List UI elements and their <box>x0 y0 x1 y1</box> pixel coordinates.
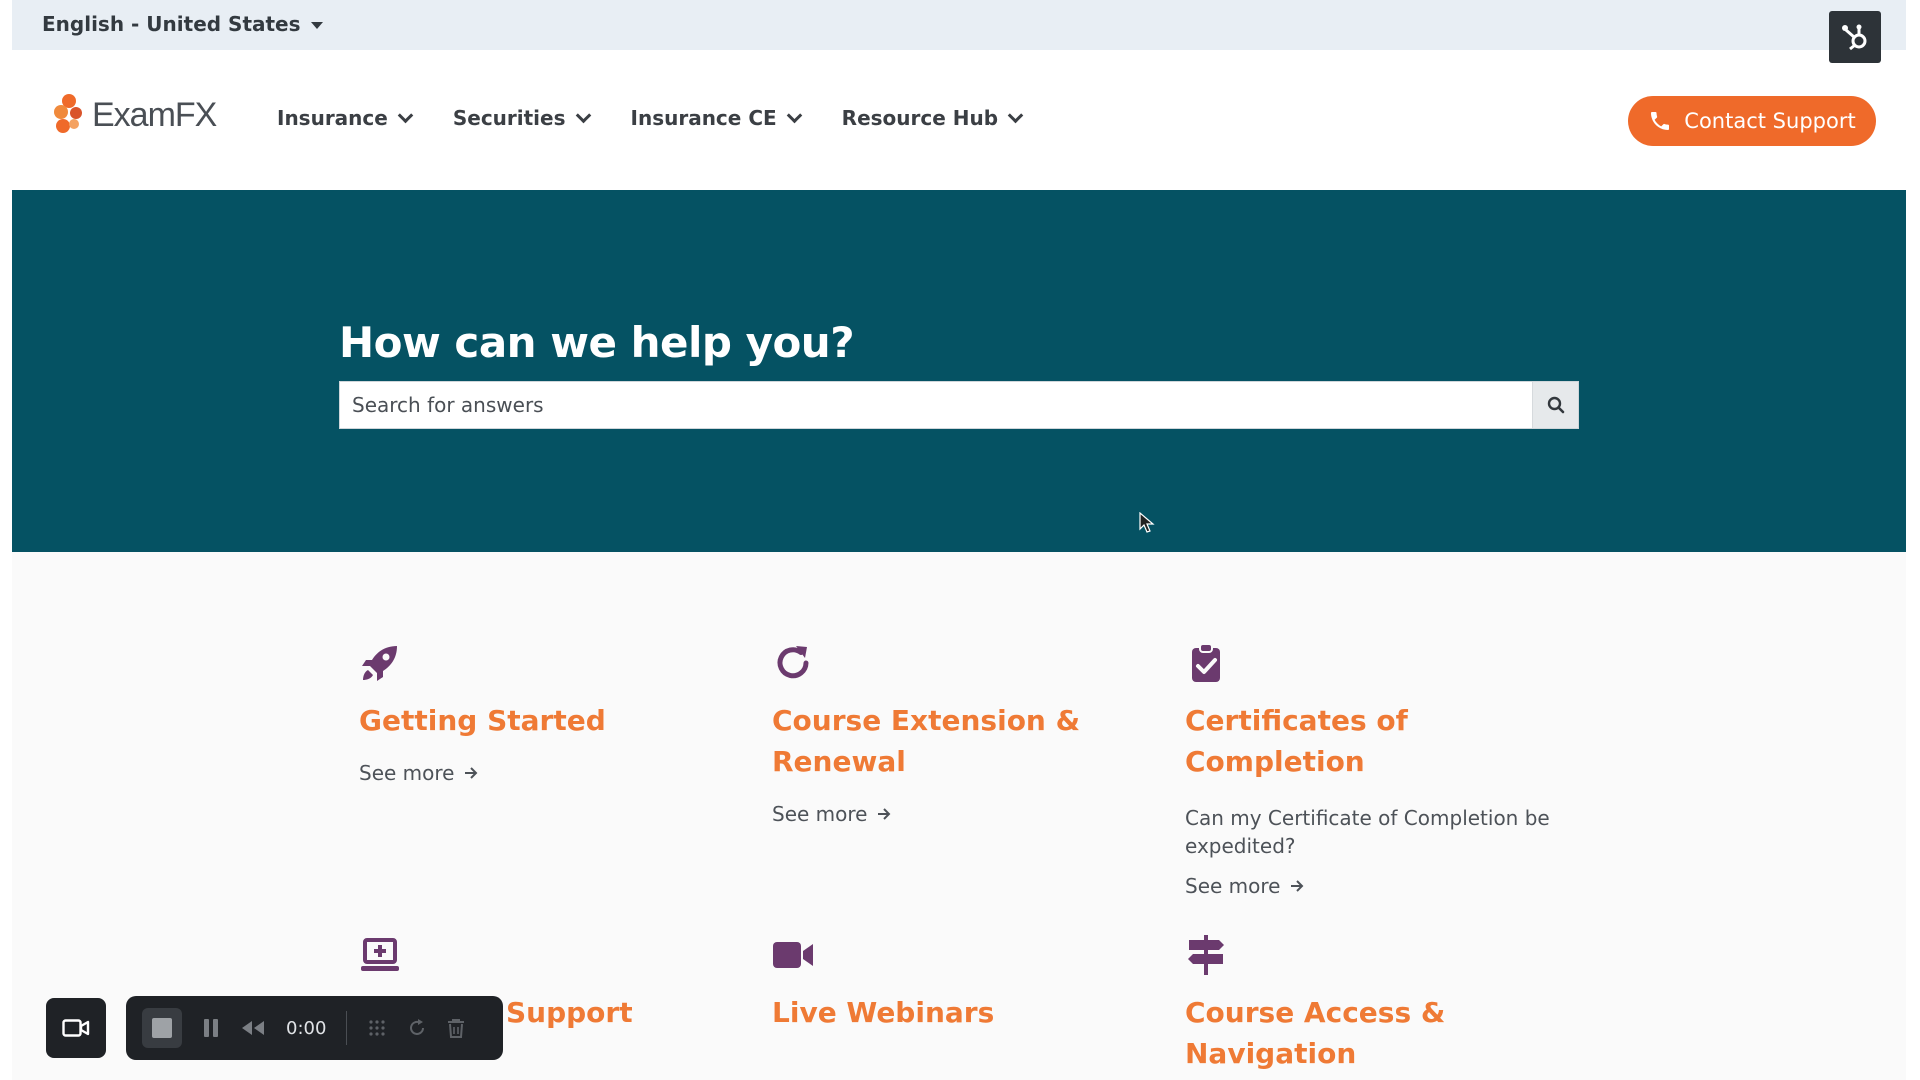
chevron-down-icon <box>786 107 802 123</box>
logo-text: ExamFX <box>92 95 217 134</box>
delete-button[interactable] <box>447 1018 465 1038</box>
contact-support-button[interactable]: Contact Support <box>1628 96 1876 146</box>
see-more-link[interactable]: See more <box>772 802 1172 826</box>
rocket-icon <box>362 646 397 681</box>
stop-icon <box>152 1018 172 1038</box>
pause-icon <box>204 1019 218 1037</box>
see-more-label: See more <box>1185 874 1281 898</box>
search-bar <box>339 381 1579 429</box>
search-input[interactable] <box>340 382 1532 428</box>
restart-button[interactable] <box>407 1018 427 1038</box>
language-label: English - United States <box>42 12 301 36</box>
hubspot-sprocket-button[interactable] <box>1829 11 1881 63</box>
examfx-logo[interactable]: ExamFX <box>52 92 217 138</box>
nav-label: Securities <box>452 106 566 130</box>
arrow-right-icon <box>465 767 478 779</box>
caret-down-icon <box>310 21 323 29</box>
card-icon-wrap <box>772 640 1172 686</box>
card-title: Live Webinars <box>772 996 995 1029</box>
card-icon-wrap <box>1185 932 1585 978</box>
language-selector[interactable]: English - United States <box>42 12 323 36</box>
recorder-camera-button[interactable] <box>46 998 106 1058</box>
refresh-icon <box>777 646 809 679</box>
see-more-link[interactable]: See more <box>1185 874 1585 898</box>
chevron-down-icon <box>1007 107 1024 123</box>
nav-label: Insurance CE <box>630 106 777 130</box>
card-title: Getting Started <box>359 704 606 737</box>
recording-time: 0:00 <box>286 1017 327 1039</box>
chevron-down-icon <box>575 107 591 123</box>
see-more-label: See more <box>359 761 455 785</box>
card-article-link[interactable]: Can my Certificate of Completion be expe… <box>1185 804 1585 860</box>
stop-recording-button[interactable] <box>142 1008 182 1048</box>
category-card-certificates[interactable]: Certificates of Completion Can my Certif… <box>1185 640 1585 898</box>
camera-icon <box>62 1019 90 1037</box>
card-title: Certificates of Completion <box>1185 704 1408 778</box>
trash-icon <box>448 1019 465 1038</box>
search-button[interactable] <box>1532 382 1578 428</box>
hero-section: How can we help you? <box>12 190 1906 552</box>
category-card-course-access[interactable]: Course Access & Navigation <box>1185 932 1585 1074</box>
nav-securities[interactable]: Securities <box>452 106 591 130</box>
nav-label: Resource Hub <box>841 106 999 130</box>
card-icon-wrap <box>359 932 759 978</box>
signpost-icon <box>1188 935 1224 975</box>
laptop-plus-icon <box>361 938 399 971</box>
site-header: ExamFX Insurance Securities Insurance CE… <box>12 50 1906 190</box>
rewind-button[interactable] <box>240 1019 266 1037</box>
logo-mark-icon <box>54 94 82 133</box>
toolbar-divider <box>346 1011 348 1045</box>
arrow-right-icon <box>878 808 891 820</box>
video-camera-icon <box>773 942 813 968</box>
grid-dots-icon <box>369 1020 386 1036</box>
chevron-down-icon <box>397 107 414 123</box>
search-icon <box>1547 396 1564 414</box>
nav-label: Insurance <box>277 106 388 130</box>
card-title: Course Access & Navigation <box>1185 996 1446 1070</box>
see-more-link[interactable]: See more <box>359 761 759 785</box>
arrow-right-icon <box>1291 880 1304 892</box>
category-card-getting-started[interactable]: Getting Started See more <box>359 640 759 785</box>
nav-resource-hub[interactable]: Resource Hub <box>841 106 1024 130</box>
mouse-cursor-icon <box>1139 512 1155 533</box>
language-bar: English - United States <box>12 0 1906 50</box>
browser-viewport: English - United States ExamFX Insurance… <box>12 0 1906 1080</box>
recorder-toolbar: 0:00 <box>126 996 503 1060</box>
hubspot-sprocket-icon <box>1842 24 1867 51</box>
category-card-live-webinars[interactable]: Live Webinars <box>772 932 1172 1033</box>
restart-icon <box>410 1019 425 1035</box>
category-card-course-extension[interactable]: Course Extension & Renewal See more <box>772 640 1172 826</box>
rewind-icon <box>242 1021 264 1035</box>
contact-support-label: Contact Support <box>1684 109 1856 133</box>
nav-insurance[interactable]: Insurance <box>277 106 414 130</box>
clipboard-check-icon <box>1192 643 1220 682</box>
card-icon-wrap <box>1185 640 1585 686</box>
card-title: Course Extension & Renewal <box>772 704 1081 778</box>
hero-title: How can we help you? <box>339 318 855 367</box>
pause-button[interactable] <box>202 1018 220 1038</box>
main-nav: Insurance Securities Insurance CE Resour… <box>277 106 1024 130</box>
phone-icon <box>1651 112 1670 130</box>
see-more-label: See more <box>772 802 868 826</box>
card-icon-wrap <box>772 932 1172 978</box>
nav-insurance-ce[interactable]: Insurance CE <box>630 106 802 130</box>
card-icon-wrap <box>359 640 759 686</box>
drag-handle[interactable] <box>367 1018 387 1038</box>
